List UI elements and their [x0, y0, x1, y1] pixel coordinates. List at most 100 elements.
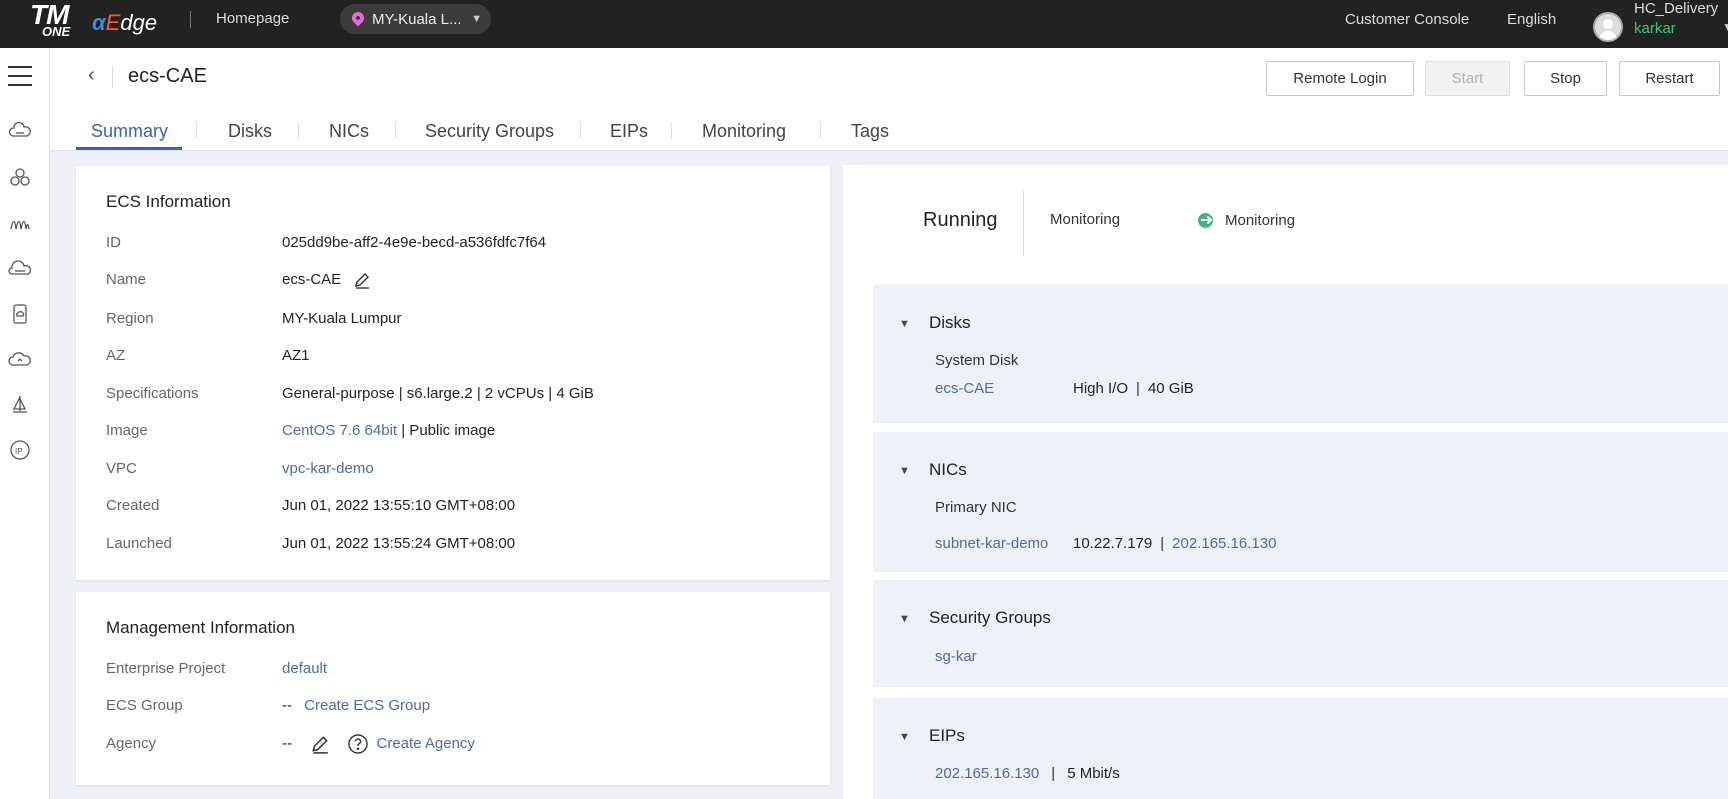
id-value: 025dd9be-aff2-4e9e-becd-a536fdfc7f64	[282, 234, 547, 251]
nics-section-title[interactable]: NICs	[929, 460, 967, 480]
tab-divider	[395, 123, 396, 139]
cloud-icon[interactable]	[8, 348, 32, 372]
edit-name-icon[interactable]	[353, 271, 371, 289]
customer-console-link[interactable]: Customer Console	[1345, 11, 1469, 28]
agency-row: -- Create Agency	[282, 734, 475, 754]
help-icon[interactable]	[348, 734, 369, 754]
image-type: | Public image	[397, 422, 496, 439]
edge-logo-alpha: α	[92, 10, 106, 35]
user-avatar[interactable]	[1593, 12, 1623, 42]
homepage-link[interactable]: Homepage	[216, 10, 289, 27]
disk-row: ecs-CAE High I/O | 40 GiB	[935, 380, 1194, 397]
ecs-group-value: --	[282, 697, 292, 714]
image-value-row: CentOS 7.6 64bit | Public image	[282, 422, 495, 439]
vpc-link[interactable]: vpc-kar-demo	[282, 460, 374, 477]
tab-divider	[580, 123, 581, 139]
eip-bandwidth: 5 Mbit/s	[1067, 765, 1120, 782]
stop-button[interactable]: Stop	[1524, 61, 1607, 96]
name-label: Name	[106, 271, 147, 288]
disks-section-title[interactable]: Disks	[929, 313, 971, 333]
disk-size: 40 GiB	[1147, 380, 1194, 397]
edge-logo-rest: dge	[120, 10, 158, 35]
tm-logo-one: ONE	[42, 24, 71, 39]
subnet-link[interactable]: subnet-kar-demo	[935, 535, 1073, 552]
back-arrow-icon[interactable]: ‹	[88, 64, 95, 87]
nic-row: subnet-kar-demo 10.22.7.179 | 202.165.16.13…	[935, 535, 1276, 552]
status-divider	[1023, 190, 1024, 256]
start-button[interactable]: Start	[1425, 61, 1510, 96]
security-groups-section-title[interactable]: Security Groups	[929, 608, 1051, 628]
ecs-information-title: ECS Information	[106, 192, 231, 211]
tab-eips[interactable]: EIPs	[610, 121, 648, 154]
pipe-separator: |	[1136, 380, 1140, 397]
user-name[interactable]: karkar	[1634, 20, 1676, 37]
eips-section-title[interactable]: EIPs	[929, 726, 965, 746]
header-divider	[112, 66, 113, 88]
region-value: MY-Kuala Lumpur	[282, 310, 402, 327]
cluster-icon[interactable]	[8, 166, 32, 190]
collapse-arrow-icon[interactable]: ▼	[899, 465, 910, 477]
ecs-group-label: ECS Group	[106, 697, 183, 714]
launched-value: Jun 01, 2022 13:55:24 GMT+08:00	[282, 535, 516, 552]
location-pin-icon	[349, 9, 367, 27]
storage-icon[interactable]	[8, 257, 32, 281]
region-selector[interactable]: MY-Kuala L... ▼	[340, 4, 491, 34]
region-label: MY-Kuala L...	[372, 11, 462, 28]
user-menu-chevron-icon[interactable]: ▼	[1722, 20, 1728, 40]
tab-divider	[820, 123, 821, 139]
monitoring-arrow-icon[interactable]	[1198, 213, 1213, 228]
eips-section: ▼ EIPs 202.165.16.130 | 5 Mbit/s	[873, 698, 1728, 799]
active-tab-indicator	[76, 147, 182, 150]
language-selector[interactable]: English	[1507, 11, 1556, 28]
collapse-arrow-icon[interactable]: ▼	[899, 613, 910, 625]
nics-section: ▼ NICs Primary NIC subnet-kar-demo 10.22.…	[873, 432, 1728, 572]
tab-divider	[671, 123, 672, 139]
ip-icon[interactable]: IP	[8, 438, 32, 462]
security-group-link[interactable]: sg-kar	[935, 648, 977, 665]
restart-button[interactable]: Restart	[1619, 61, 1720, 96]
security-groups-section: ▼ Security Groups sg-kar	[873, 580, 1728, 687]
collapse-arrow-icon[interactable]: ▼	[899, 731, 910, 743]
edit-agency-icon[interactable]	[310, 734, 330, 754]
tab-security-groups[interactable]: Security Groups	[425, 121, 554, 154]
primary-nic-label: Primary NIC	[935, 499, 1017, 516]
specifications-label: Specifications	[106, 385, 199, 402]
edge-logo[interactable]: αEdge	[92, 10, 157, 36]
eip-row: 202.165.16.130 | 5 Mbit/s	[935, 765, 1120, 782]
user-org-name[interactable]: HC_Delivery	[1634, 0, 1718, 17]
disk-link[interactable]: ecs-CAE	[935, 380, 1073, 397]
menu-icon[interactable]	[8, 66, 32, 86]
container-icon[interactable]	[8, 302, 32, 326]
tab-divider	[196, 123, 197, 139]
monitoring-link[interactable]: Monitoring	[1225, 212, 1295, 229]
collapse-arrow-icon[interactable]: ▼	[899, 318, 910, 330]
created-value: Jun 01, 2022 13:55:10 GMT+08:00	[282, 497, 516, 514]
agency-value: --	[282, 734, 292, 752]
nic-eip-link[interactable]: 202.165.16.130	[1172, 535, 1276, 552]
disks-section: ▼ Disks System Disk ecs-CAE High I/O | 40 G…	[873, 285, 1728, 423]
tab-disks[interactable]: Disks	[228, 121, 272, 154]
remote-login-button[interactable]: Remote Login	[1266, 61, 1414, 96]
eip-link[interactable]: 202.165.16.130	[935, 765, 1039, 782]
create-agency-link[interactable]: Create Agency	[377, 735, 475, 752]
tab-nics[interactable]: NICs	[329, 121, 369, 154]
az-label: AZ	[106, 347, 126, 364]
pipe-separator: |	[1051, 765, 1056, 782]
enterprise-project-link[interactable]: default	[282, 660, 327, 677]
enterprise-project-row: default	[282, 660, 327, 677]
top-bar: TM ONE αEdge Homepage MY-Kuala L... ▼ Cu…	[0, 0, 1728, 48]
cloud-server-icon[interactable]	[8, 120, 32, 144]
name-value: ecs-CAE	[282, 271, 342, 288]
sailboat-icon[interactable]	[8, 393, 32, 417]
image-link[interactable]: CentOS 7.6 64bit	[282, 422, 397, 439]
network-icon[interactable]	[8, 211, 32, 235]
disk-type: High I/O	[1073, 380, 1129, 397]
tab-monitoring[interactable]: Monitoring	[702, 121, 786, 154]
overview-panel: Running Monitoring Monitoring ▼ Disks Sy…	[843, 165, 1728, 799]
security-group-row: sg-kar	[935, 648, 977, 665]
region-label: Region	[106, 310, 154, 327]
tab-tags[interactable]: Tags	[851, 121, 889, 154]
management-information-title: Management Information	[106, 618, 295, 637]
system-disk-label: System Disk	[935, 352, 1019, 369]
create-ecs-group-link[interactable]: Create ECS Group	[304, 697, 430, 714]
